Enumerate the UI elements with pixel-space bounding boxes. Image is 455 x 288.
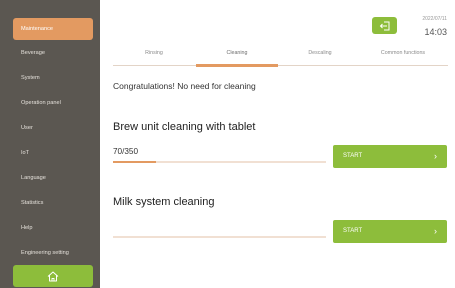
active-tab-indicator [196, 63, 278, 67]
sidebar-item-user[interactable]: User [13, 118, 93, 138]
date-display: 2022/07/11 [422, 16, 447, 22]
sidebar-item-maintenance[interactable]: Maintenance [13, 18, 93, 40]
sidebar-item-operation-panel[interactable]: Operation panel [13, 93, 93, 113]
tab-descaling[interactable]: Descaling [279, 50, 361, 60]
chevron-right-icon: › [434, 151, 437, 161]
tab-rinsing[interactable]: Rinsing [113, 50, 195, 60]
time-display: 14:03 [424, 27, 447, 37]
sidebar-item-statistics[interactable]: Statistics [13, 193, 93, 213]
milk-cleaning-start-button[interactable]: START › [333, 220, 447, 243]
sidebar-item-help[interactable]: Help [13, 218, 93, 238]
tab-common-functions[interactable]: Common functions [362, 50, 444, 60]
brew-start-label: START [343, 153, 363, 159]
milk-cleaning-progress [113, 236, 326, 238]
home-button[interactable] [13, 265, 93, 287]
tab-divider [113, 65, 448, 66]
sidebar: Maintenance Beverage System Operation pa… [0, 0, 100, 288]
home-icon [47, 271, 59, 281]
exit-button[interactable] [372, 17, 397, 34]
brew-cleaning-progress-fill [113, 161, 156, 163]
milk-start-label: START [343, 228, 363, 234]
sidebar-item-beverage[interactable]: Beverage [13, 43, 93, 63]
chevron-right-icon: › [434, 226, 437, 236]
sidebar-item-system[interactable]: System [13, 68, 93, 88]
tab-cleaning[interactable]: Cleaning [196, 50, 278, 60]
sidebar-item-iot[interactable]: IoT [13, 143, 93, 163]
exit-icon [379, 21, 389, 30]
sidebar-item-language[interactable]: Language [13, 168, 93, 188]
sidebar-item-engineering-setting[interactable]: Engineering setting [13, 243, 93, 263]
brew-cleaning-title: Brew unit cleaning with tablet [113, 121, 256, 133]
status-message: Congratulations! No need for cleaning [113, 81, 256, 91]
milk-cleaning-title: Milk system cleaning [113, 196, 215, 208]
brew-cleaning-start-button[interactable]: START › [333, 145, 447, 168]
brew-cleaning-progress [113, 161, 326, 163]
brew-cleaning-count: 70/350 [113, 147, 139, 156]
